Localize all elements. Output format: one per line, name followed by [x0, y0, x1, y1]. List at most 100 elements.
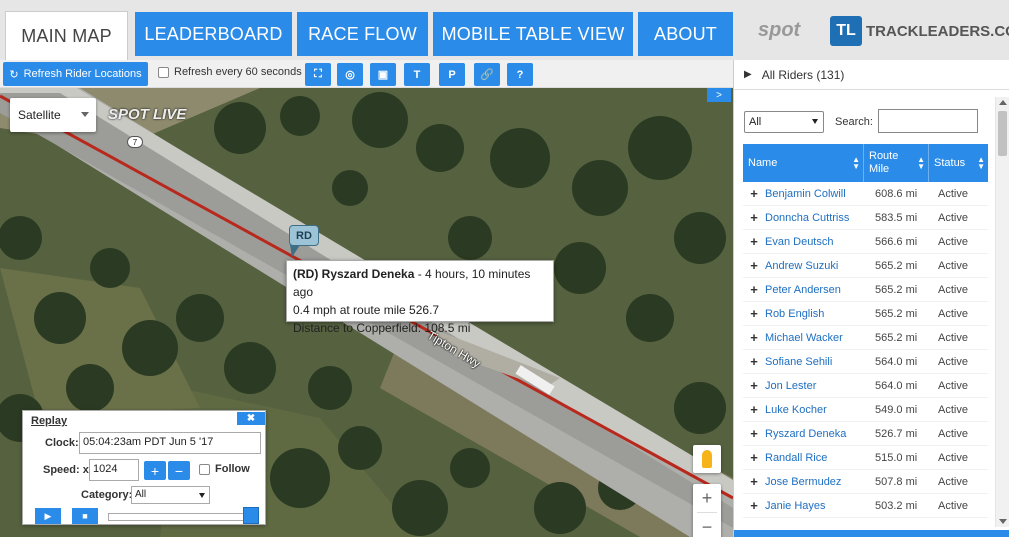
- rider-name-link[interactable]: Evan Deutsch: [765, 236, 867, 248]
- chevron-down-icon: [81, 112, 89, 117]
- image-button[interactable]: ▣: [370, 63, 396, 86]
- rider-name-link[interactable]: Sofiane Sehili: [765, 356, 867, 368]
- rider-name-link[interactable]: Donncha Cuttriss: [765, 212, 867, 224]
- rider-status: Active: [938, 379, 968, 392]
- tab-main-map[interactable]: MAIN MAP: [5, 11, 128, 60]
- refresh-icon: ↻: [9, 68, 19, 81]
- table-row[interactable]: + Andrew Suzuki 565.2 mi Active: [743, 254, 988, 278]
- rider-name-link[interactable]: Rob English: [765, 308, 867, 320]
- replay-progress-track[interactable]: [108, 513, 250, 521]
- rider-name-link[interactable]: Luke Kocher: [765, 404, 867, 416]
- follow-option[interactable]: Follow: [199, 463, 250, 475]
- column-status[interactable]: Status ▲ ▼: [929, 144, 988, 182]
- follow-checkbox[interactable]: [199, 463, 210, 475]
- riders-scrollbar[interactable]: [995, 97, 1009, 527]
- riders-panel-header[interactable]: ▶ All Riders (131): [734, 60, 1009, 90]
- rider-name-link[interactable]: Peter Andersen: [765, 284, 867, 296]
- category-select[interactable]: All: [131, 486, 210, 504]
- expand-row-icon[interactable]: +: [743, 234, 765, 249]
- auto-refresh-checkbox[interactable]: [158, 66, 169, 78]
- zoom-in-button[interactable]: +: [693, 484, 721, 512]
- expand-panel-button[interactable]: >: [707, 88, 731, 102]
- table-row[interactable]: + Janie Hayes 503.2 mi Active: [743, 494, 988, 518]
- replay-progress-handle[interactable]: [243, 507, 259, 524]
- expand-row-icon[interactable]: +: [743, 402, 765, 417]
- link-icon: 🔗: [480, 69, 494, 81]
- expand-row-icon[interactable]: +: [743, 282, 765, 297]
- stop-button[interactable]: ■: [72, 508, 98, 524]
- text-button[interactable]: T: [404, 63, 430, 86]
- scroll-down-icon[interactable]: [999, 519, 1007, 524]
- expand-row-icon[interactable]: +: [743, 450, 765, 465]
- tab-about[interactable]: ABOUT: [638, 12, 733, 56]
- category-label: Category:: [81, 489, 133, 501]
- table-row[interactable]: + Ryszard Deneka 526.7 mi Active: [743, 422, 988, 446]
- rider-name-link[interactable]: Michael Wacker: [765, 332, 867, 344]
- table-row[interactable]: + Rob English 565.2 mi Active: [743, 302, 988, 326]
- tab-mobile-table-view[interactable]: MOBILE TABLE VIEW: [433, 12, 633, 56]
- link-button[interactable]: 🔗: [474, 63, 500, 86]
- rider-marker[interactable]: RD: [289, 225, 319, 246]
- spot-logo[interactable]: spot: [758, 12, 812, 48]
- table-row[interactable]: + Randall Rice 515.0 mi Active: [743, 446, 988, 470]
- replay-close-button[interactable]: ✖: [237, 412, 265, 425]
- scroll-up-icon[interactable]: [999, 100, 1007, 105]
- table-row[interactable]: + Peter Andersen 565.2 mi Active: [743, 278, 988, 302]
- table-row[interactable]: + Benjamin Colwill 608.6 mi Active: [743, 182, 988, 206]
- popup-title-line: (RD) Ryszard Deneka - 4 hours, 10 minute…: [293, 265, 547, 301]
- speed-increase-button[interactable]: +: [144, 461, 166, 480]
- category-value: All: [135, 489, 147, 500]
- column-name[interactable]: Name ▲ ▼: [743, 144, 864, 182]
- rider-filter-select[interactable]: All: [744, 111, 824, 133]
- image-icon: ▣: [377, 69, 389, 81]
- rider-name-link[interactable]: Jon Lester: [765, 380, 867, 392]
- scroll-thumb[interactable]: [998, 111, 1007, 156]
- rider-name-link[interactable]: Janie Hayes: [765, 500, 867, 512]
- expand-row-icon[interactable]: +: [743, 186, 765, 201]
- expand-row-icon[interactable]: +: [743, 378, 765, 393]
- column-route-mile[interactable]: Route Mile ▲ ▼: [864, 144, 929, 182]
- speed-input[interactable]: 1024: [89, 459, 139, 481]
- fullscreen-button[interactable]: ⛶: [305, 63, 331, 86]
- expand-row-icon[interactable]: +: [743, 330, 765, 345]
- street-view-pegman[interactable]: [693, 445, 721, 473]
- rider-name-link[interactable]: Ryszard Deneka: [765, 428, 867, 440]
- satellite-map[interactable]: Satellite SPOT LIVE 7 > RD (RD) Ryszard …: [0, 88, 733, 537]
- trackleaders-logo[interactable]: TL TRACKLEADERS.COM: [830, 14, 1009, 48]
- table-row[interactable]: + Donncha Cuttriss 583.5 mi Active: [743, 206, 988, 230]
- rider-name-link[interactable]: Randall Rice: [765, 452, 867, 464]
- rider-name-link[interactable]: Jose Bermudez: [765, 476, 867, 488]
- parking-button[interactable]: P: [439, 63, 465, 86]
- play-button[interactable]: ▶: [35, 508, 61, 524]
- zoom-out-button[interactable]: −: [693, 513, 721, 537]
- table-row[interactable]: + Michael Wacker 565.2 mi Active: [743, 326, 988, 350]
- auto-refresh-option[interactable]: Refresh every 60 seconds: [158, 66, 302, 78]
- expand-row-icon[interactable]: +: [743, 354, 765, 369]
- expand-row-icon[interactable]: +: [743, 306, 765, 321]
- table-row[interactable]: + Sofiane Sehili 564.0 mi Active: [743, 350, 988, 374]
- expand-row-icon[interactable]: +: [743, 498, 765, 513]
- replay-title[interactable]: Replay: [31, 415, 67, 427]
- table-row[interactable]: + Luke Kocher 549.0 mi Active: [743, 398, 988, 422]
- refresh-rider-locations-button[interactable]: ↻ Refresh Rider Locations: [3, 62, 148, 86]
- rider-name-link[interactable]: Benjamin Colwill: [765, 188, 867, 200]
- tab-race-flow[interactable]: RACE FLOW: [297, 12, 428, 56]
- rider-route-mile: 565.2 mi: [875, 307, 918, 320]
- rider-status: Active: [938, 355, 968, 368]
- expand-row-icon[interactable]: +: [743, 258, 765, 273]
- popup-speed-line: 0.4 mph at route mile 526.7: [293, 303, 440, 317]
- table-row[interactable]: + Jose Bermudez 507.8 mi Active: [743, 470, 988, 494]
- speed-decrease-button[interactable]: −: [168, 461, 190, 480]
- table-row[interactable]: + Jon Lester 564.0 mi Active: [743, 374, 988, 398]
- expand-row-icon[interactable]: +: [743, 210, 765, 225]
- expand-row-icon[interactable]: +: [743, 426, 765, 441]
- rider-search-input[interactable]: [878, 109, 978, 133]
- help-button[interactable]: ?: [507, 63, 533, 86]
- user-button[interactable]: ◎: [337, 63, 363, 86]
- clock-input[interactable]: 05:04:23am PDT Jun 5 '17: [79, 432, 261, 454]
- rider-name-link[interactable]: Andrew Suzuki: [765, 260, 867, 272]
- tab-leaderboard[interactable]: LEADERBOARD: [135, 12, 292, 56]
- map-type-select[interactable]: Satellite: [10, 98, 96, 132]
- table-row[interactable]: + Evan Deutsch 566.6 mi Active: [743, 230, 988, 254]
- expand-row-icon[interactable]: +: [743, 474, 765, 489]
